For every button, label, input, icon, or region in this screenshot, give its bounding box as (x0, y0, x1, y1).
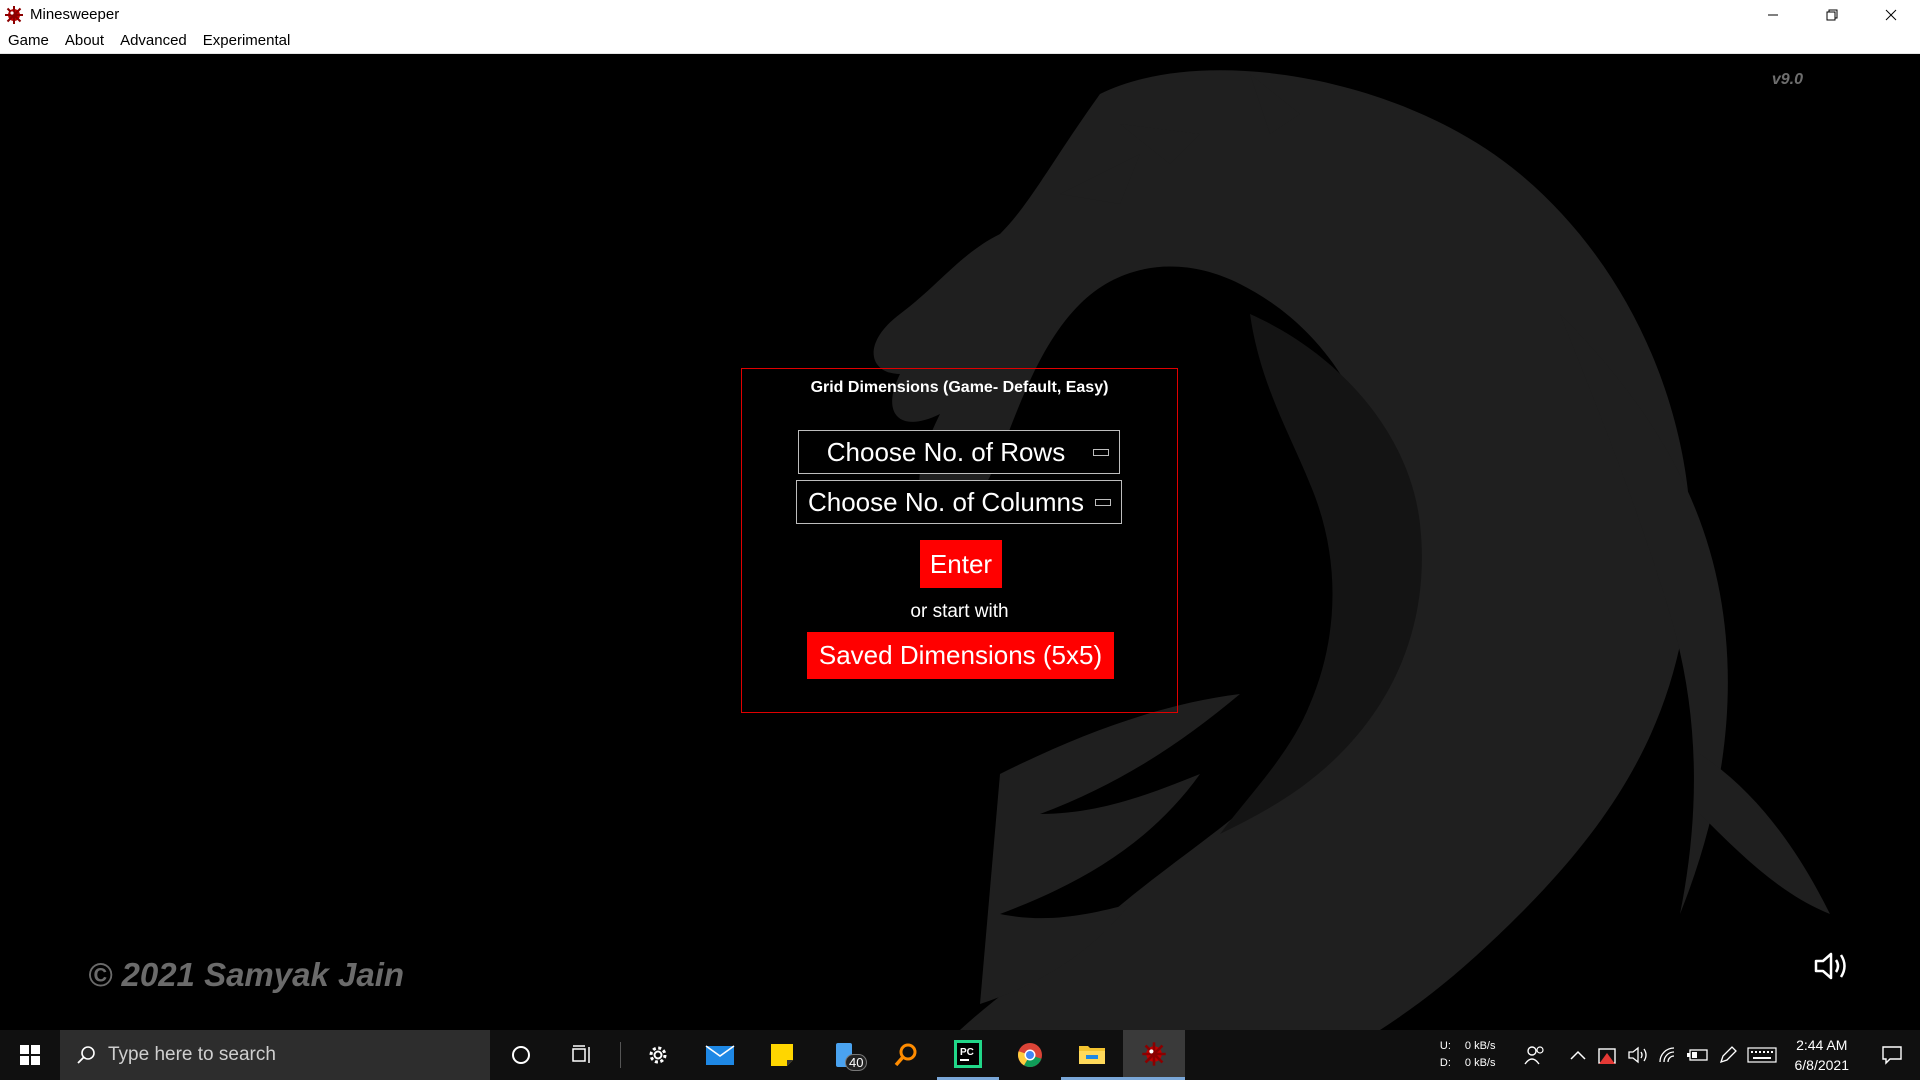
copyright-label: © 2021 Samyak Jain (88, 956, 405, 993)
rows-spinbox-arrow-icon[interactable] (1093, 448, 1109, 456)
taskbar-sticky-notes[interactable] (751, 1030, 813, 1080)
restore-icon (1826, 9, 1837, 20)
cortana-button[interactable] (490, 1030, 552, 1080)
columns-spinbox-arrow-icon[interactable] (1095, 498, 1111, 506)
network-alert-icon (1597, 1048, 1616, 1064)
action-center-button[interactable] (1870, 1030, 1914, 1080)
minimize-button[interactable] (1743, 0, 1802, 29)
taskbar-minesweeper[interactable] (1123, 1030, 1185, 1080)
version-label: v9.0 (1771, 71, 1803, 88)
taskbar: Type here to search 40 PC U: D: 0 kB/s 0… (0, 1030, 1920, 1080)
menu-experimental[interactable]: Experimental (195, 29, 299, 53)
grid-dimensions-panel: Grid Dimensions (Game- Default, Easy) Ch… (741, 368, 1178, 713)
taskbar-chrome[interactable] (999, 1030, 1061, 1080)
task-view-icon (572, 1045, 590, 1063)
sticky-notes-icon (771, 1044, 793, 1066)
window-title-bar: Minesweeper (0, 0, 1920, 29)
panel-title: Grid Dimensions (Game- Default, Easy) (810, 379, 1109, 396)
close-icon (1885, 9, 1896, 20)
menu-bar: Game About Advanced Experimental (0, 29, 1920, 54)
people-button[interactable] (1521, 1030, 1549, 1080)
keyboard-icon (1746, 1047, 1777, 1063)
upload-label: U: (1439, 1040, 1451, 1052)
tray-pen[interactable] (1714, 1030, 1742, 1080)
or-start-with-label: or start with (910, 601, 1009, 622)
taskbar-settings[interactable] (627, 1030, 689, 1080)
windows-logo-icon (20, 1045, 40, 1065)
network-speed-labels: U: D: (1440, 1038, 1451, 1072)
taskbar-file-explorer[interactable] (1061, 1030, 1123, 1080)
mine-icon (5, 5, 23, 24)
taskbar-search-box[interactable]: Type here to search (60, 1030, 490, 1080)
search-icon (77, 1046, 95, 1064)
menu-advanced[interactable]: Advanced (112, 29, 195, 53)
network-speed-values: 0 kB/s 0 kB/s (1465, 1038, 1496, 1072)
pycharm-icon: PC (954, 1039, 982, 1068)
chrome-icon (1018, 1043, 1042, 1067)
battery-icon (1686, 1049, 1708, 1061)
rows-spinbox[interactable]: Choose No. of Rows (798, 430, 1120, 474)
system-tray: U: D: 0 kB/s 0 kB/s 2:44 AM 6/8/2021 (1440, 1030, 1920, 1080)
taskbar-search-tool[interactable] (875, 1030, 937, 1080)
close-button[interactable] (1861, 0, 1920, 29)
restore-button[interactable] (1802, 0, 1861, 29)
upload-speed: 0 kB/s (1464, 1040, 1496, 1052)
tray-volume[interactable] (1624, 1030, 1652, 1080)
game-area: v9.0 Grid Dimensions (Game- Default, Eas… (0, 54, 1920, 1030)
search-placeholder: Type here to search (108, 1044, 276, 1065)
mine-icon (1142, 1041, 1166, 1066)
cortana-icon (512, 1046, 530, 1064)
tray-battery[interactable] (1684, 1030, 1712, 1080)
show-hidden-icons-button[interactable] (1564, 1030, 1592, 1080)
menu-game[interactable]: Game (0, 29, 57, 53)
enter-button[interactable]: Enter (920, 540, 1002, 588)
columns-spinbox[interactable]: Choose No. of Columns (796, 480, 1122, 524)
taskbar-separator (620, 1042, 621, 1068)
svg-text:PC: PC (960, 1047, 974, 1058)
download-label: D: (1439, 1057, 1451, 1069)
menu-about[interactable]: About (57, 29, 112, 53)
pen-icon (1719, 1046, 1737, 1064)
clock-time: 2:44 AM (1796, 1037, 1848, 1053)
notification-badge: 40 (845, 1054, 868, 1071)
clock-date: 6/8/2021 (1794, 1057, 1850, 1073)
window-title: Minesweeper (30, 6, 120, 23)
taskbar-pycharm[interactable]: PC (937, 1030, 999, 1080)
folder-icon (1079, 1045, 1105, 1064)
tray-network-warning[interactable] (1594, 1030, 1622, 1080)
task-view-button[interactable] (552, 1030, 614, 1080)
wifi-icon (1658, 1047, 1674, 1063)
notification-icon (1882, 1046, 1902, 1065)
download-speed: 0 kB/s (1464, 1057, 1496, 1069)
magnifier-icon (894, 1043, 917, 1067)
mail-icon (705, 1045, 735, 1065)
people-icon (1523, 1046, 1544, 1065)
columns-spinbox-value: Choose No. of Columns (807, 486, 1085, 517)
gear-icon (649, 1046, 667, 1064)
saved-dimensions-button[interactable]: Saved Dimensions (5x5) (807, 632, 1114, 679)
volume-icon (1627, 1046, 1647, 1064)
taskbar-clock[interactable]: 2:44 AM 6/8/2021 (1795, 1035, 1850, 1075)
taskbar-phone-app[interactable]: 40 (813, 1030, 875, 1080)
speaker-icon[interactable] (1813, 950, 1849, 982)
taskbar-mail[interactable] (689, 1030, 751, 1080)
tray-keyboard[interactable] (1744, 1030, 1780, 1080)
tray-wifi[interactable] (1654, 1030, 1682, 1080)
chevron-up-icon (1569, 1050, 1586, 1060)
minimize-icon (1767, 14, 1778, 15)
rows-spinbox-value: Choose No. of Rows (826, 436, 1066, 467)
start-button[interactable] (0, 1030, 60, 1080)
